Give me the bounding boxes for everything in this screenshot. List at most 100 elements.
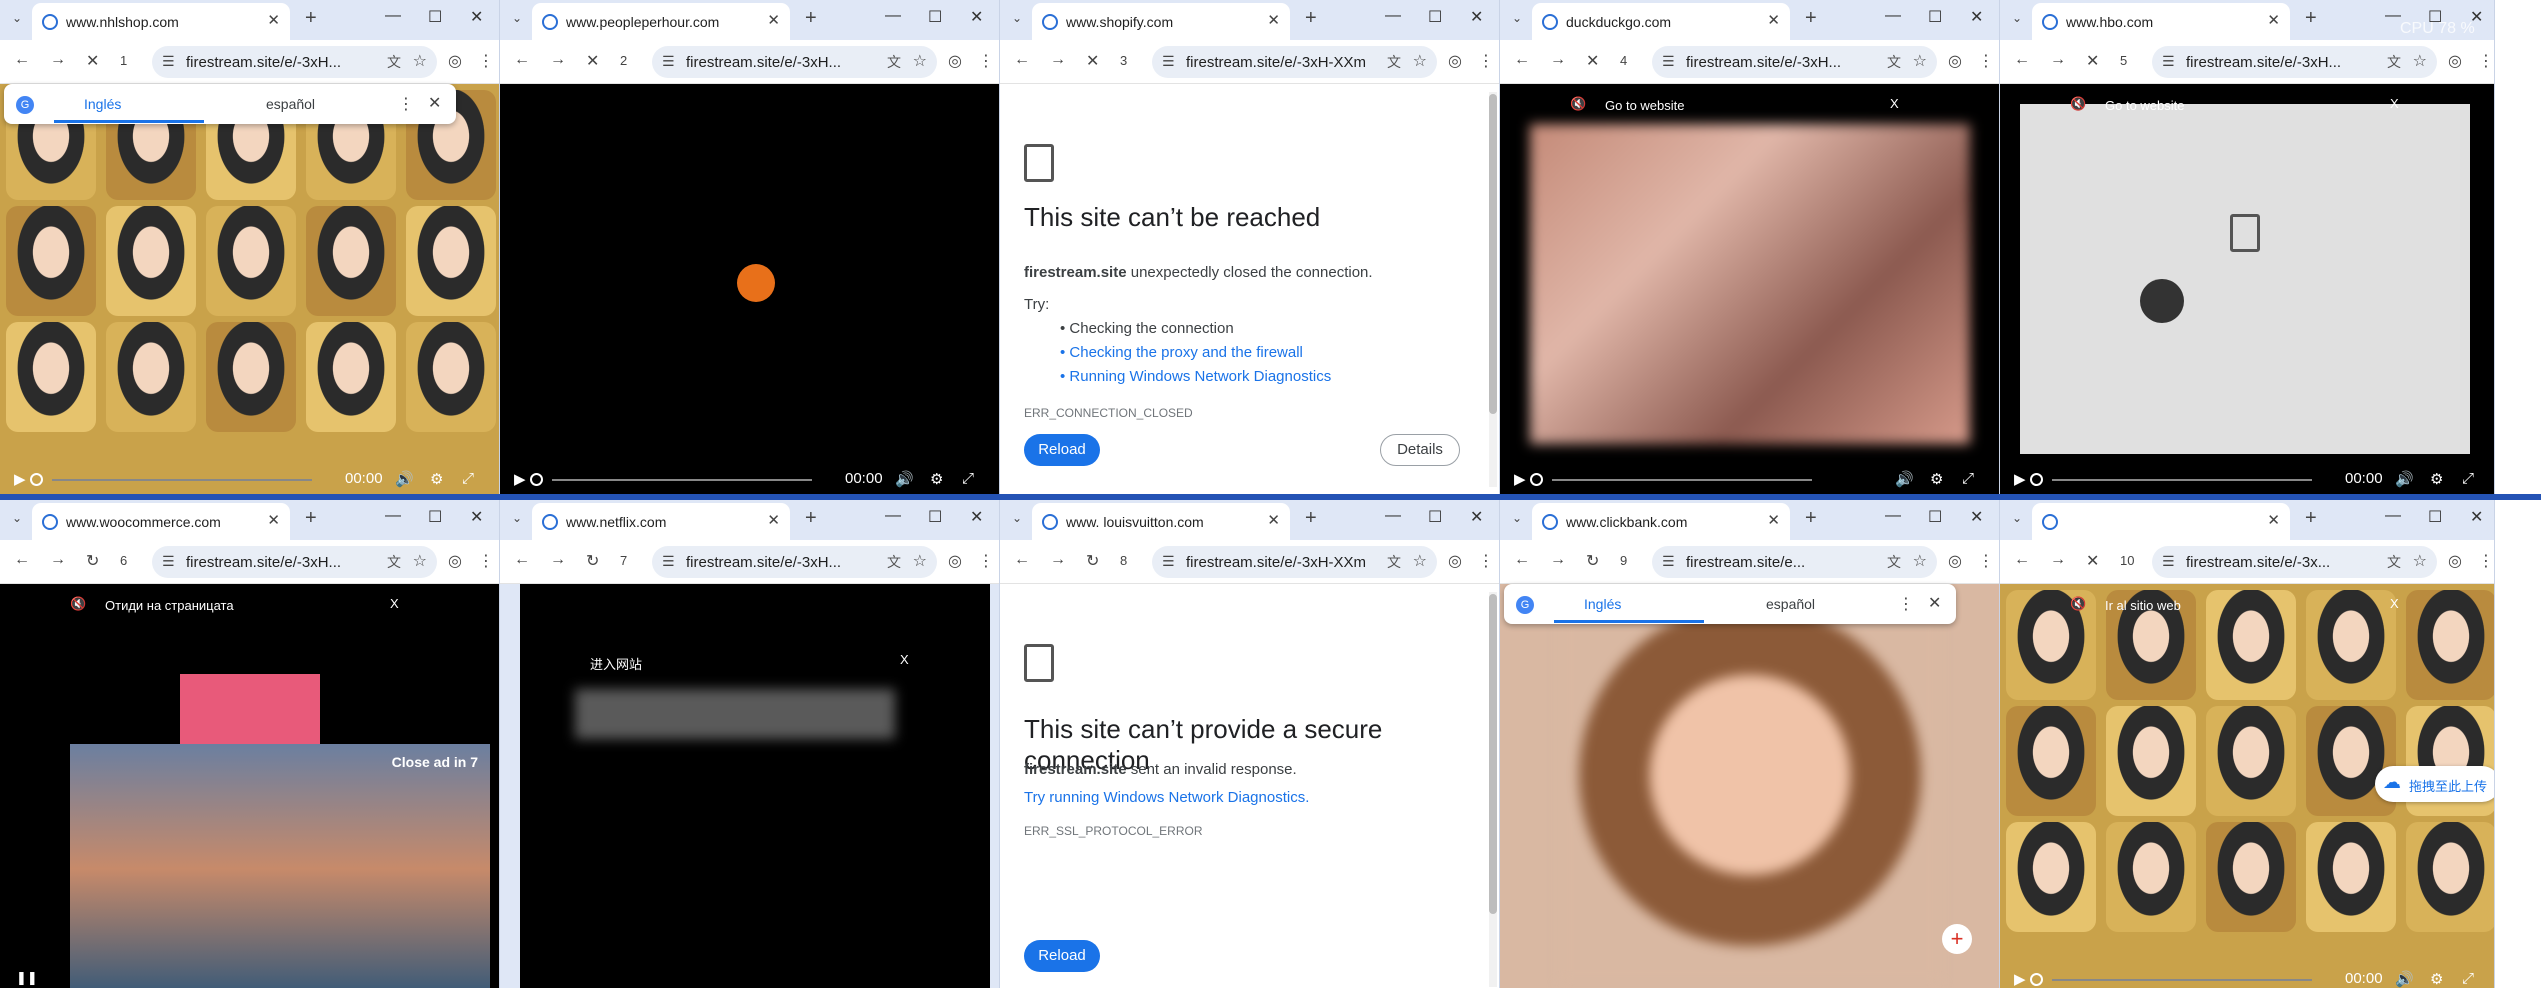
close-tab-icon[interactable]: ✕ [267,511,280,529]
gear-icon[interactable]: ⚙ [2430,470,2443,488]
new-tab-button[interactable]: + [1305,7,1317,30]
address-bar[interactable]: ☰ firestream.site/e/-3xH-XXm 文 ☆ [1152,46,1437,78]
translate-icon[interactable]: 文 [387,52,401,72]
site-info-icon[interactable]: ☰ [1162,53,1175,70]
volume-icon[interactable]: 🔊 [395,470,414,488]
close-ad-button[interactable]: X [2390,96,2399,111]
maximize-button[interactable]: ☐ [928,7,942,27]
seek-handle[interactable] [2030,473,2043,486]
address-bar[interactable]: ☰ firestream.site/e/-3xH... 文 ☆ [652,546,937,578]
translate-icon[interactable]: 文 [1387,552,1401,572]
close-tab-icon[interactable]: ✕ [1767,511,1780,529]
translate-lang-english[interactable]: Inglés [1584,596,1621,612]
browser-tab[interactable]: www.clickbank.com ✕ [1532,503,1790,540]
new-tab-button[interactable]: + [805,507,817,530]
minimize-button[interactable]: — [385,7,401,25]
address-text[interactable]: firestream.site/e/-3xH-XXm [1186,554,1376,571]
gear-icon[interactable]: ⚙ [1930,470,1943,488]
seek-handle[interactable] [2030,973,2043,986]
forward-button[interactable]: → [2050,551,2066,569]
site-info-icon[interactable]: ☰ [162,553,175,570]
new-tab-button[interactable]: + [305,507,317,530]
close-ad-button[interactable]: X [900,652,909,667]
close-tab-icon[interactable]: ✕ [1267,11,1280,29]
browser-tab[interactable]: www.peopleperhour.com ✕ [532,3,790,40]
address-text[interactable]: firestream.site/e/-3xH... [186,54,376,71]
mute-icon[interactable]: 🔇 [1570,96,1586,112]
bookmark-star-icon[interactable]: ☆ [1413,51,1427,71]
menu-icon[interactable]: ⋮ [1978,51,1994,71]
maximize-button[interactable]: ☐ [1428,507,1442,527]
volume-icon[interactable]: 🔊 [2395,970,2414,988]
bookmark-star-icon[interactable]: ☆ [413,551,427,571]
translate-lang-spanish[interactable]: español [1766,596,1815,612]
address-bar[interactable]: ☰ firestream.site/e/-3xH... 文 ☆ [152,546,437,578]
back-button[interactable]: ← [2014,51,2030,69]
address-text[interactable]: firestream.site/e/-3xH-XXm [1186,54,1376,71]
minimize-button[interactable]: — [885,507,901,525]
address-bar[interactable]: ☰ firestream.site/e/-3xH... 文 ☆ [1652,46,1937,78]
browser-tab[interactable]: www.woocommerce.com ✕ [32,503,290,540]
diagnostics-link[interactable]: Try running Windows Network Diagnostics. [1024,789,1309,806]
translate-icon[interactable]: 文 [887,552,901,572]
translate-lang-spanish[interactable]: español [266,96,315,112]
play-button[interactable]: ▶ [1514,470,1526,488]
maximize-button[interactable]: ☐ [1928,507,1942,527]
ad-label[interactable]: 进入网站 [590,654,642,673]
suggestion-item[interactable]: • Checking the proxy and the firewall [1060,344,1303,361]
close-tab-icon[interactable]: ✕ [1767,11,1780,29]
profile-icon[interactable]: ◎ [948,51,962,71]
site-info-icon[interactable]: ☰ [2162,53,2175,70]
address-text[interactable]: firestream.site/e/-3xH... [186,554,376,571]
suggestion-item[interactable]: • Running Windows Network Diagnostics [1060,368,1331,385]
translate-menu-icon[interactable]: ⋮ [398,94,414,114]
play-button[interactable]: ▶ [14,470,26,488]
gear-icon[interactable]: ⚙ [930,470,943,488]
profile-icon[interactable]: ◎ [2448,551,2462,571]
close-window-button[interactable]: ✕ [1470,507,1483,527]
minimize-button[interactable]: — [1385,507,1401,525]
menu-icon[interactable]: ⋮ [2478,551,2494,571]
forward-button[interactable]: → [50,551,66,569]
forward-button[interactable]: → [550,51,566,69]
back-button[interactable]: ← [14,551,30,569]
address-bar[interactable]: ☰ firestream.site/e/-3xH... 文 ☆ [652,46,937,78]
tab-search-dropdown[interactable]: ⌄ [12,511,22,525]
minimize-button[interactable]: — [2385,7,2401,25]
new-tab-button[interactable]: + [1805,507,1817,530]
tab-search-dropdown[interactable]: ⌄ [1512,11,1522,25]
address-text[interactable]: firestream.site/e/-3xH... [2186,54,2376,71]
close-ad-button[interactable]: X [1890,96,1899,111]
translate-menu-icon[interactable]: ⋮ [1898,594,1914,614]
address-text[interactable]: firestream.site/e/-3xH... [686,54,876,71]
ad-video[interactable]: Close ad in 7 [70,744,490,988]
profile-icon[interactable]: ◎ [2448,51,2462,71]
profile-icon[interactable]: ◎ [948,551,962,571]
volume-icon[interactable]: 🔊 [895,470,914,488]
menu-icon[interactable]: ⋮ [1478,51,1494,71]
reload-icon[interactable]: ↻ [1086,551,1099,571]
details-button[interactable]: Details [1380,434,1460,466]
back-button[interactable]: ← [1514,551,1530,569]
seek-bar[interactable] [552,479,812,481]
back-button[interactable]: ← [2014,551,2030,569]
tab-search-dropdown[interactable]: ⌄ [1012,11,1022,25]
site-info-icon[interactable]: ☰ [162,53,175,70]
translate-icon[interactable]: 文 [1887,52,1901,72]
ad-label[interactable]: Go to website [2105,98,2185,113]
site-info-icon[interactable]: ☰ [1662,553,1675,570]
reload-icon[interactable]: ↻ [86,551,99,571]
minimize-button[interactable]: — [1885,7,1901,25]
reload-icon[interactable]: ↻ [586,551,599,571]
stop-icon[interactable]: ✕ [2086,551,2099,571]
menu-icon[interactable]: ⋮ [978,551,994,571]
fullscreen-icon[interactable]: ⤢ [962,470,974,487]
back-button[interactable]: ← [1014,551,1030,569]
seek-handle[interactable] [530,473,543,486]
menu-icon[interactable]: ⋮ [1478,551,1494,571]
translate-close-icon[interactable]: ✕ [1928,593,1941,613]
close-ad-button[interactable]: X [2390,596,2399,611]
close-ad-countdown[interactable]: Close ad in 7 [392,754,478,770]
close-window-button[interactable]: ✕ [1970,7,1983,27]
new-tab-button[interactable]: + [805,7,817,30]
